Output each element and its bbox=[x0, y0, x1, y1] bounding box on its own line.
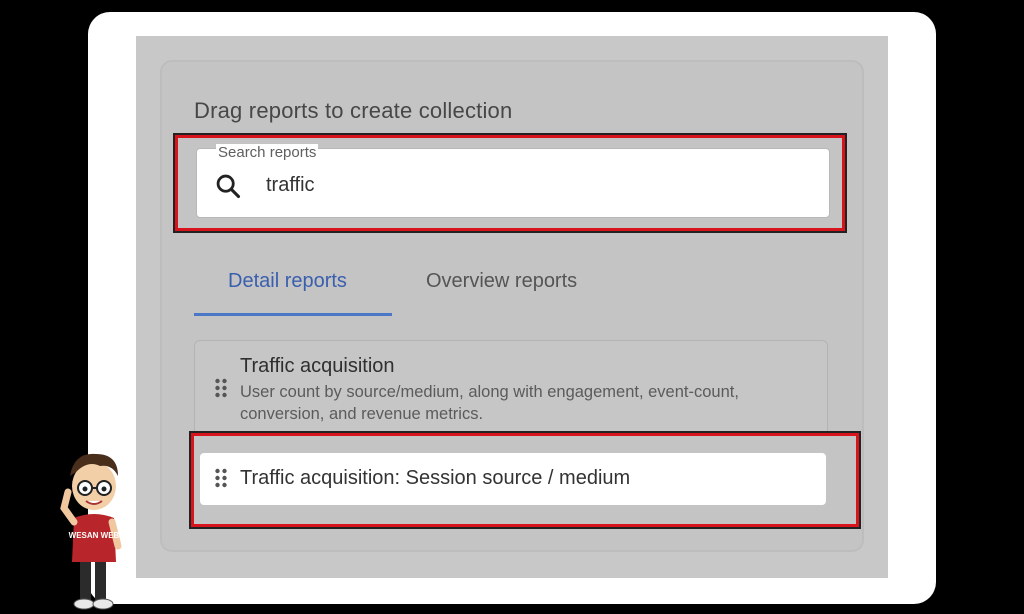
report-highlight-box bbox=[189, 431, 861, 529]
report-description: User count by source/medium, along with … bbox=[240, 383, 739, 423]
panel-heading: Drag reports to create collection bbox=[194, 98, 513, 123]
mascot-illustration: WESAN WEB bbox=[60, 453, 122, 610]
active-tab-indicator bbox=[194, 313, 392, 316]
mascot-shirt-text: WESAN WEB bbox=[69, 531, 120, 540]
tab-overview-reports[interactable]: Overview reports bbox=[426, 270, 577, 293]
search-highlight-box bbox=[173, 133, 847, 233]
tab-detail-reports[interactable]: Detail reports bbox=[228, 270, 347, 293]
drag-handle-icon[interactable] bbox=[214, 378, 228, 398]
report-title: Traffic acquisition bbox=[240, 355, 395, 377]
